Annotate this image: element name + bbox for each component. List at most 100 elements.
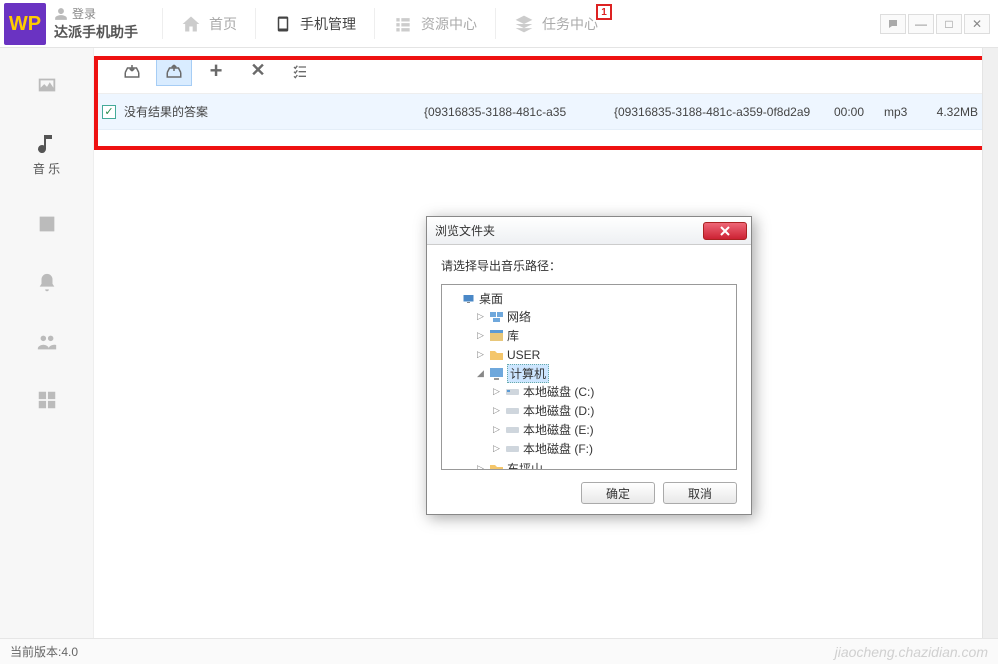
folder-tree[interactable]: 桌面 ▷网络 ▷库 ▷USER ◢计算机 ▷本地磁盘 (C:) bbox=[441, 284, 737, 470]
tree-node-disk-c[interactable]: ▷本地磁盘 (C:) bbox=[492, 383, 734, 400]
statusbar: 当前版本:4.0 jiaocheng.chazidian.com bbox=[0, 638, 998, 664]
sidebar-music-label: 音 乐 bbox=[33, 160, 60, 177]
nav-phone-label: 手机管理 bbox=[300, 14, 356, 34]
expand-icon[interactable]: ▷ bbox=[492, 425, 501, 434]
app-name: 达派手机助手 bbox=[54, 22, 162, 42]
expand-icon[interactable]: ▷ bbox=[492, 406, 501, 415]
nav-tabs: 首页 手机管理 资源中心 任务中心 1 bbox=[162, 0, 880, 47]
brand-column: 登录 达派手机助手 bbox=[50, 0, 162, 47]
tree-node-disk-f[interactable]: ▷本地磁盘 (F:) bbox=[492, 440, 734, 457]
row-title: 没有结果的答案 bbox=[124, 103, 424, 120]
sidebar-item-music[interactable]: 音 乐 bbox=[0, 126, 93, 183]
add-button[interactable]: + bbox=[198, 56, 234, 86]
row-duration: 00:00 bbox=[834, 105, 884, 119]
tree-node-desktop[interactable]: 桌面 bbox=[460, 290, 734, 307]
app-logo: WP bbox=[4, 3, 46, 45]
drive-icon bbox=[504, 385, 520, 399]
minimize-button[interactable]: — bbox=[908, 14, 934, 34]
checklist-icon bbox=[290, 63, 310, 79]
sidebar-item-video[interactable] bbox=[0, 207, 93, 241]
expand-icon[interactable]: ▷ bbox=[492, 387, 501, 396]
row-guid2: {09316835-3188-481c-a359-0f8d2a9 bbox=[614, 105, 834, 119]
expand-icon[interactable]: ▷ bbox=[476, 331, 485, 340]
nav-resource-label: 资源中心 bbox=[421, 14, 477, 34]
tree-node-library[interactable]: ▷库 bbox=[476, 327, 734, 344]
nav-phone[interactable]: 手机管理 bbox=[256, 0, 374, 47]
bell-icon bbox=[36, 271, 58, 295]
close-icon bbox=[719, 226, 731, 236]
film-icon bbox=[34, 213, 60, 235]
sidebar-item-contacts[interactable] bbox=[0, 325, 93, 359]
row-format: mp3 bbox=[884, 105, 934, 119]
tree-node-disk-e[interactable]: ▷本地磁盘 (E:) bbox=[492, 421, 734, 438]
tree-node-dps[interactable]: ▷东坪山 bbox=[476, 460, 734, 470]
drive-icon bbox=[504, 442, 520, 456]
tree-node-network[interactable]: ▷网络 bbox=[476, 308, 734, 325]
speech-icon bbox=[887, 18, 899, 30]
dialog-prompt: 请选择导出音乐路径： bbox=[441, 257, 737, 274]
expand-icon[interactable]: ▷ bbox=[476, 464, 485, 470]
sidebar: 音 乐 bbox=[0, 48, 94, 638]
toolbar: + ✕ bbox=[94, 48, 998, 94]
library-icon bbox=[488, 329, 504, 343]
grid-icon bbox=[36, 389, 58, 411]
dialog-cancel-button[interactable]: 取消 bbox=[663, 482, 737, 504]
row-guid1: {09316835-3188-481c-a35 bbox=[424, 105, 614, 119]
nav-resource[interactable]: 资源中心 bbox=[375, 0, 495, 47]
delete-button[interactable]: ✕ bbox=[240, 56, 276, 86]
close-button[interactable]: ✕ bbox=[964, 14, 990, 34]
nav-tasks[interactable]: 任务中心 1 bbox=[496, 0, 616, 47]
watermark: jiaocheng.chazidian.com bbox=[835, 644, 988, 660]
tree-node-computer[interactable]: ◢计算机 bbox=[476, 365, 734, 382]
stack-icon bbox=[514, 14, 534, 34]
sidebar-item-photos[interactable] bbox=[0, 68, 93, 102]
dialog-titlebar[interactable]: 浏览文件夹 bbox=[427, 217, 751, 245]
window-controls: — □ ✕ bbox=[880, 0, 998, 47]
drive-icon bbox=[504, 423, 520, 437]
browse-folder-dialog: 浏览文件夹 请选择导出音乐路径： 桌面 bbox=[426, 216, 752, 515]
login-link[interactable]: 登录 bbox=[54, 5, 162, 22]
feedback-button[interactable] bbox=[880, 14, 906, 34]
home-icon bbox=[181, 14, 201, 34]
dialog-ok-button[interactable]: 确定 bbox=[581, 482, 655, 504]
row-checkbox[interactable]: ✓ bbox=[102, 105, 116, 119]
tree-node-user[interactable]: ▷USER bbox=[476, 346, 734, 363]
expand-icon[interactable]: ▷ bbox=[476, 312, 485, 321]
version-label: 当前版本:4.0 bbox=[10, 643, 78, 660]
folder-icon bbox=[488, 348, 504, 362]
tree-node-disk-d[interactable]: ▷本地磁盘 (D:) bbox=[492, 402, 734, 419]
nav-home[interactable]: 首页 bbox=[163, 0, 255, 47]
network-icon bbox=[488, 310, 504, 324]
phone-icon bbox=[274, 13, 292, 35]
titlebar: WP 登录 达派手机助手 首页 手机管理 资源中心 任务中心 1 bbox=[0, 0, 998, 48]
inbox-upload-icon bbox=[164, 62, 184, 80]
expand-icon[interactable]: ▷ bbox=[492, 444, 501, 453]
folder-icon bbox=[488, 462, 504, 471]
computer-icon bbox=[488, 367, 504, 381]
import-button[interactable] bbox=[114, 56, 150, 86]
sidebar-item-apps[interactable] bbox=[0, 383, 93, 417]
inbox-download-icon bbox=[122, 62, 142, 80]
dialog-title: 浏览文件夹 bbox=[435, 222, 495, 239]
main-area: + ✕ ✓ 没有结果的答案 {09316835-3188-481c-a35 {0… bbox=[94, 48, 998, 638]
sidebar-item-ringtone[interactable] bbox=[0, 265, 93, 301]
nav-tasks-label: 任务中心 bbox=[542, 14, 598, 34]
music-icon bbox=[35, 132, 59, 156]
export-button[interactable] bbox=[156, 56, 192, 86]
login-label: 登录 bbox=[72, 5, 96, 22]
nav-home-label: 首页 bbox=[209, 14, 237, 34]
people-icon bbox=[35, 331, 59, 353]
desktop-icon bbox=[460, 292, 476, 306]
expand-icon[interactable]: ▷ bbox=[476, 350, 485, 359]
table-row[interactable]: ✓ 没有结果的答案 {09316835-3188-481c-a35 {09316… bbox=[94, 94, 998, 130]
tasks-badge: 1 bbox=[596, 4, 612, 20]
picture-icon bbox=[34, 74, 60, 96]
list-icon bbox=[393, 14, 413, 34]
select-all-button[interactable] bbox=[282, 56, 318, 86]
drive-icon bbox=[504, 404, 520, 418]
dialog-close-button[interactable] bbox=[703, 222, 747, 240]
vertical-scrollbar[interactable] bbox=[982, 48, 998, 638]
user-icon bbox=[54, 7, 68, 21]
collapse-icon[interactable]: ◢ bbox=[476, 369, 485, 378]
maximize-button[interactable]: □ bbox=[936, 14, 962, 34]
